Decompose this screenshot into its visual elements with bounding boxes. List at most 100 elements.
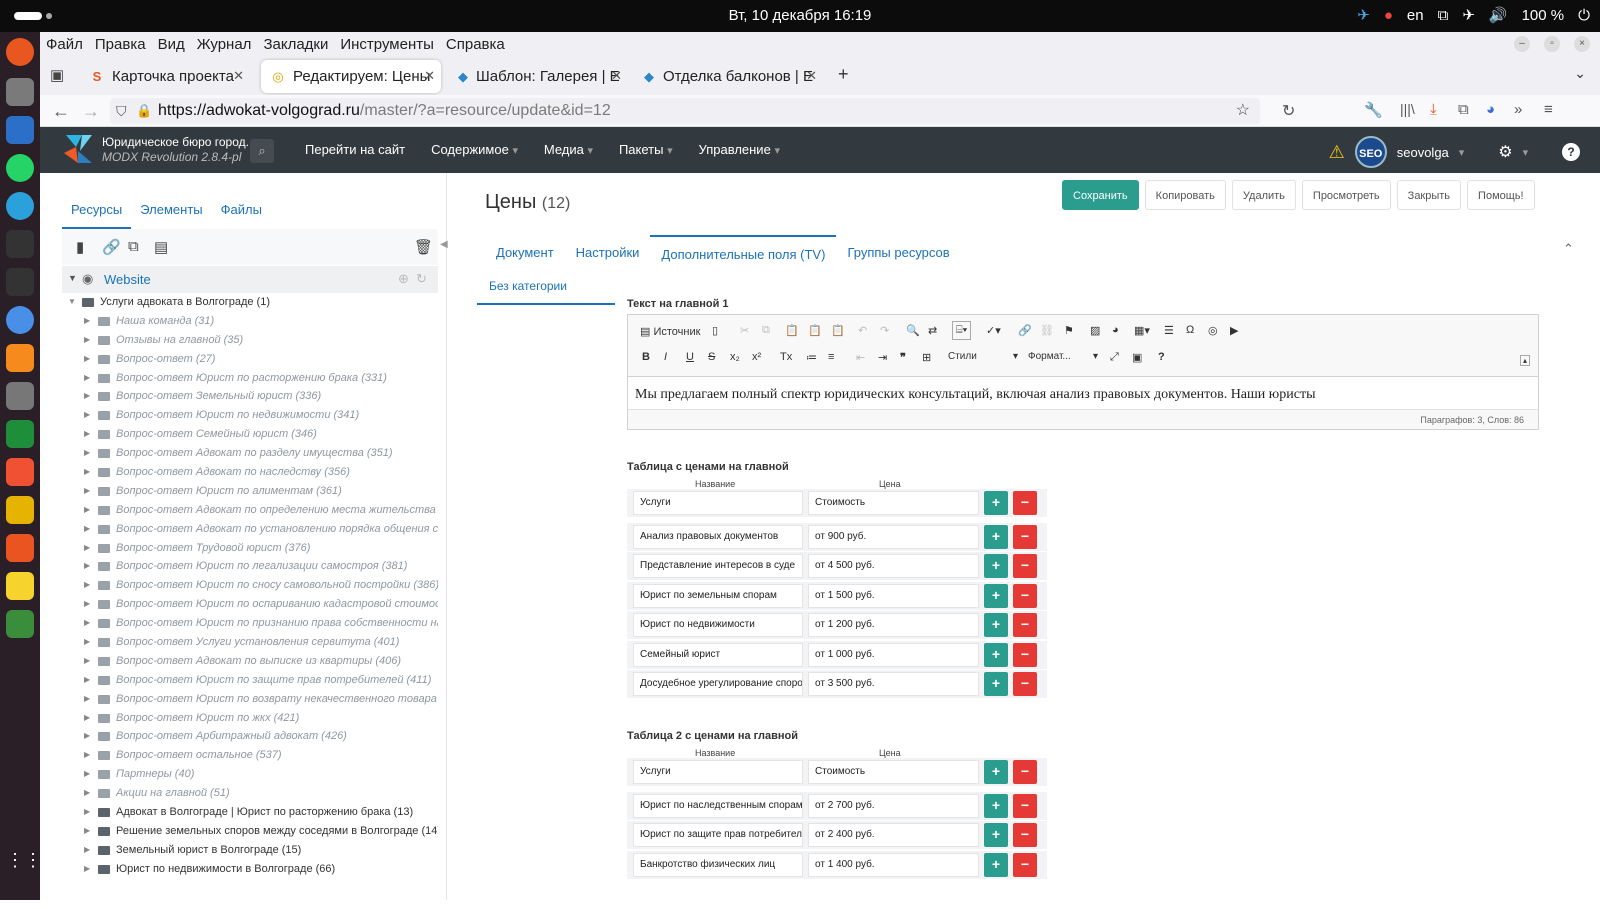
- hamburger-menu-icon[interactable]: ≡: [1544, 101, 1553, 118]
- tree-item[interactable]: ▶ Вопрос-ответ Юрист по защите прав потре…: [62, 671, 438, 690]
- caret-right-icon[interactable]: ▶: [84, 746, 90, 765]
- template-icon[interactable]: ▯: [712, 324, 718, 337]
- caret-right-icon[interactable]: ▶: [84, 784, 90, 803]
- remove-row-button[interactable]: −: [1013, 642, 1037, 667]
- add-row-button[interactable]: +: [984, 760, 1008, 784]
- warning-icon[interactable]: ⚠: [1329, 142, 1345, 163]
- numbered-list-icon[interactable]: ≔: [806, 351, 817, 364]
- modx-logo[interactable]: [62, 133, 94, 165]
- remove-format-icon[interactable]: Tx: [780, 351, 792, 363]
- tree-root[interactable]: ▼ ◉ Website ⊕ ↻: [62, 266, 438, 293]
- caret-right-icon[interactable]: ▶: [84, 822, 90, 841]
- caret-right-icon[interactable]: ▶: [84, 671, 90, 690]
- category-tab[interactable]: Без категории: [489, 279, 567, 293]
- bookmark-star-icon[interactable]: ☆: [1236, 98, 1250, 124]
- unlink-icon[interactable]: ⛓: [1040, 324, 1054, 337]
- remove-row-button[interactable]: −: [1013, 672, 1037, 696]
- close-tab-icon[interactable]: ✕: [233, 68, 244, 84]
- caret-right-icon[interactable]: ▶: [84, 425, 90, 444]
- firefox-dock-icon[interactable]: [6, 38, 34, 66]
- caret-right-icon[interactable]: ▶: [84, 369, 90, 388]
- airplane-icon[interactable]: ✈: [1462, 6, 1475, 24]
- nav-visit-site[interactable]: Перейти на сайт: [292, 127, 418, 173]
- service-name-input[interactable]: Представление интересов в суде: [633, 554, 803, 578]
- whatsapp-dock-icon[interactable]: [6, 154, 34, 182]
- tree-item[interactable]: ▶ Вопрос-ответ Адвокат по выписке из квар…: [62, 652, 438, 671]
- copy-button[interactable]: Копировать: [1144, 180, 1226, 210]
- overflow-icon[interactable]: »: [1514, 101, 1522, 118]
- calc-dock-icon[interactable]: [6, 420, 34, 448]
- volume-icon[interactable]: 🔊: [1489, 6, 1508, 24]
- tab-edit-prices[interactable]: ◎ Редактируем: Цены ✕: [261, 60, 441, 93]
- caret-right-icon[interactable]: ▶: [84, 350, 90, 369]
- trash-dock-icon[interactable]: [6, 610, 34, 638]
- service-price-input[interactable]: от 4 500 руб.: [808, 554, 979, 578]
- static-resource-icon[interactable]: ▤: [154, 238, 168, 256]
- git-dock-icon[interactable]: [6, 458, 34, 486]
- extensions-icon[interactable]: ⧉: [1458, 101, 1469, 118]
- hr-icon[interactable]: ☰: [1164, 324, 1174, 337]
- show-apps-icon[interactable]: ⋮⋮: [6, 850, 42, 878]
- tree-item[interactable]: ▶ Вопрос-ответ Адвокат по наследству (356…: [62, 463, 438, 482]
- tab-settings[interactable]: Настройки: [565, 235, 651, 269]
- caret-right-icon[interactable]: ▶: [84, 482, 90, 501]
- link-icon[interactable]: 🔗: [1018, 324, 1032, 337]
- tree-item[interactable]: ▶ Вопрос-ответ (27): [62, 350, 438, 369]
- keyboard-layout[interactable]: en: [1407, 7, 1424, 24]
- add-row-button[interactable]: +: [984, 672, 1008, 696]
- service-name-input[interactable]: Банкротство физических лиц: [633, 852, 803, 877]
- caret-right-icon[interactable]: ▶: [84, 576, 90, 595]
- caret-right-icon[interactable]: ▶: [84, 539, 90, 558]
- writer-dock-icon[interactable]: [6, 116, 34, 144]
- shield-icon[interactable]: ⛉: [116, 98, 127, 124]
- subscript-icon[interactable]: x₂: [730, 351, 740, 363]
- menu-view[interactable]: Вид: [158, 36, 185, 53]
- service-price-input[interactable]: от 3 500 руб.: [808, 672, 979, 696]
- caret-right-icon[interactable]: ▶: [84, 387, 90, 406]
- collapse-panel-icon[interactable]: ◀: [440, 239, 448, 250]
- remove-row-button[interactable]: −: [1013, 583, 1037, 608]
- tab-list-icon[interactable]: ⌄: [1574, 65, 1586, 82]
- redo-icon[interactable]: ↷: [880, 324, 889, 337]
- menu-history[interactable]: Журнал: [197, 36, 252, 53]
- lock-icon[interactable]: 🔒: [136, 98, 152, 124]
- editor-content[interactable]: Мы предлагаем полный спектр юридических …: [635, 387, 1315, 403]
- add-row-button[interactable]: +: [984, 491, 1008, 515]
- tree-item[interactable]: ▶ Вопрос-ответ Юрист по жкх (421): [62, 709, 438, 728]
- add-icon[interactable]: ⊕: [398, 271, 409, 287]
- caret-right-icon[interactable]: ▶: [84, 652, 90, 671]
- service-name-input[interactable]: Услуги: [633, 760, 803, 784]
- battery-level[interactable]: 100 %: [1522, 7, 1565, 24]
- tree-item[interactable]: ▶ Вопрос-ответ Юрист по расторжению брака…: [62, 369, 438, 388]
- format-icon[interactable]: ⌸▾: [952, 321, 972, 340]
- remove-row-button[interactable]: −: [1013, 613, 1037, 637]
- service-price-input[interactable]: от 2 400 руб.: [808, 823, 979, 847]
- tree-item[interactable]: ▶ Вопрос-ответ Юрист по алиментам (361): [62, 482, 438, 501]
- caret-right-icon[interactable]: ▶: [84, 765, 90, 784]
- tree-item[interactable]: ▶ Вопрос-ответ Адвокат по разделу имущест…: [62, 444, 438, 463]
- files-dock-icon[interactable]: [6, 78, 34, 106]
- service-name-input[interactable]: Анализ правовых документов: [633, 524, 803, 549]
- power-icon[interactable]: ⏻: [1578, 7, 1590, 24]
- new-tab-icon[interactable]: +: [838, 64, 849, 85]
- telegram-dock-icon[interactable]: [6, 192, 34, 220]
- source-button[interactable]: ▤ Источник: [640, 325, 700, 338]
- chevron-down-icon[interactable]: ▾: [1523, 146, 1528, 159]
- styles-dropdown[interactable]: Стили ▾: [948, 351, 1018, 362]
- service-name-input[interactable]: Юрист по недвижимости: [633, 613, 803, 637]
- tree-item[interactable]: ▶ Решение земельных споров между соседями…: [62, 822, 438, 841]
- tree-item[interactable]: ▶ Вопрос-ответ Арбитражный адвокат (426): [62, 727, 438, 746]
- close-tab-icon[interactable]: ✕: [611, 68, 622, 84]
- tree-item[interactable]: ▼ Услуги адвоката в Волгограде (1): [62, 293, 438, 312]
- username[interactable]: seovolga: [1397, 145, 1449, 160]
- tab-resources[interactable]: Ресурсы: [62, 193, 132, 229]
- caret-right-icon[interactable]: ▶: [84, 312, 90, 331]
- tab-resource-groups[interactable]: Группы ресурсов: [836, 235, 960, 269]
- service-name-input[interactable]: Услуги: [633, 491, 803, 515]
- collapse-up-icon[interactable]: ⌃: [1563, 241, 1574, 257]
- service-name-input[interactable]: Юрист по земельным спорам: [633, 583, 803, 608]
- menu-tools[interactable]: Инструменты: [340, 36, 434, 53]
- maximize-icon[interactable]: ⤢: [1110, 351, 1119, 364]
- service-price-input[interactable]: от 900 руб.: [808, 524, 979, 549]
- service-name-input[interactable]: Юрист по защите прав потребителей: [633, 823, 803, 847]
